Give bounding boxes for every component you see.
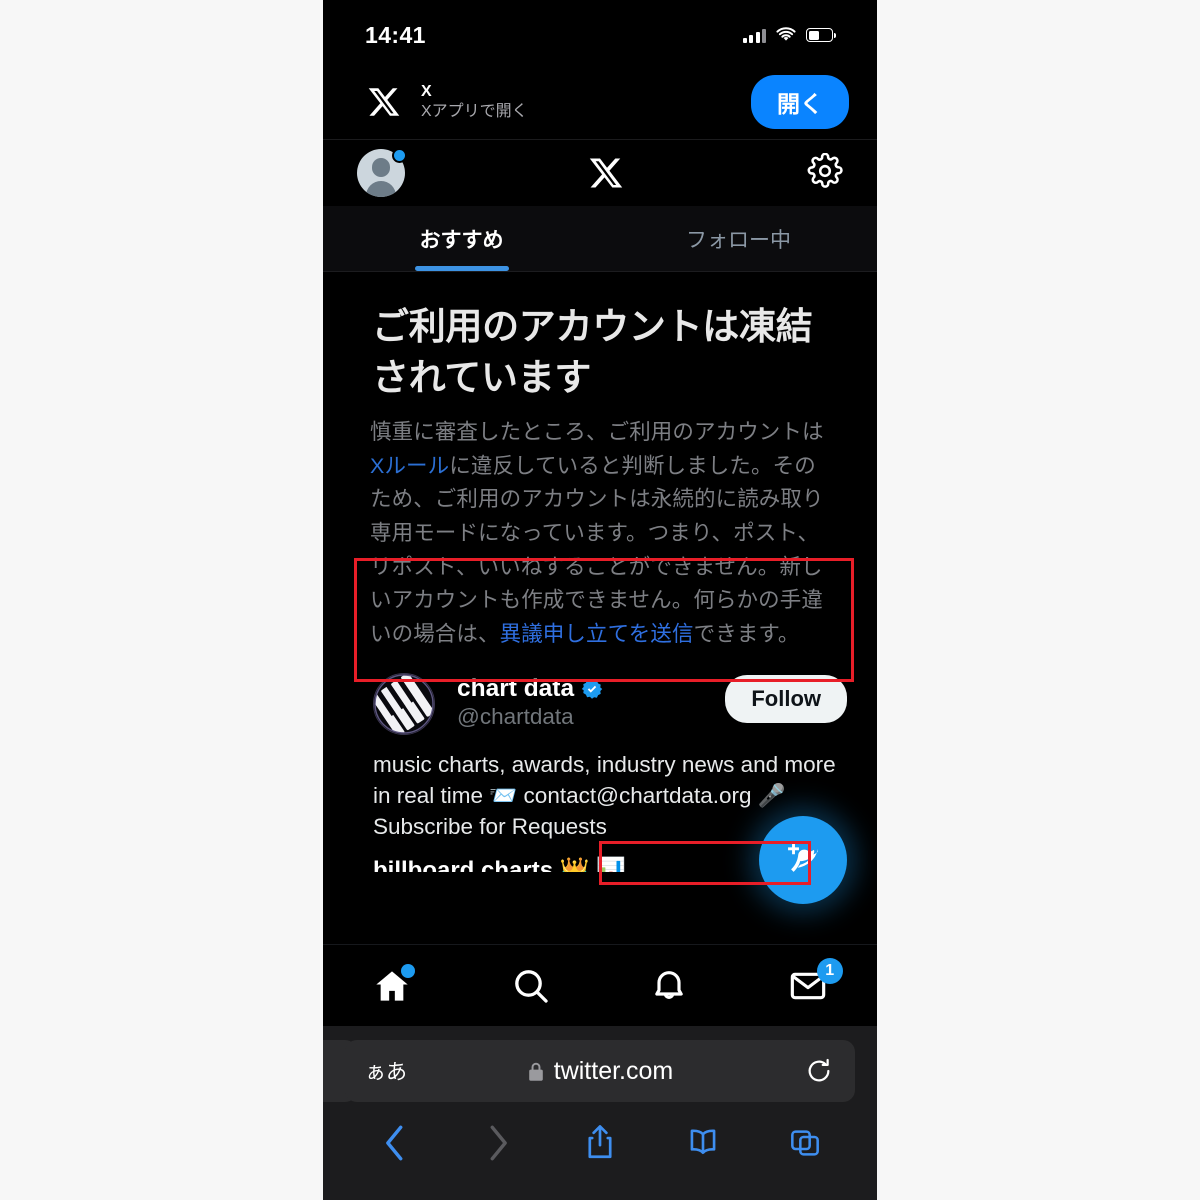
phone-screen: 14:41 X Xアプリで開く 開く おすすめ フォロー中 ご利用のアカウントは…: [323, 0, 877, 1200]
profile-avatar[interactable]: [357, 148, 407, 197]
url-text: twitter.com: [553, 1056, 674, 1085]
compose-post-icon: [788, 843, 818, 872]
display-name: chart data: [457, 675, 575, 703]
suspension-body: 慎重に審査したところ、ご利用のアカウントは Xルールに違反していると判断しました。…: [323, 403, 877, 651]
compose-post-button[interactable]: [759, 816, 847, 904]
back-icon[interactable]: [367, 1120, 423, 1166]
suggested-account-row: chart data @chartdata Follow: [323, 673, 877, 736]
tab-for-you[interactable]: おすすめ: [323, 206, 600, 271]
app-banner-meta: X Xアプリで開く: [421, 82, 733, 122]
suspension-headline: ご利用のアカウントは凍結されています: [372, 306, 813, 398]
status-time: 14:41: [365, 21, 426, 48]
screenshot-page: 14:41 X Xアプリで開く 開く おすすめ フォロー中 ご利用のアカウントは…: [0, 0, 1200, 1200]
body-text-1: 慎重に審査したところ、ご利用のアカウントは: [370, 420, 824, 445]
nav-search[interactable]: [496, 956, 566, 1016]
nav-notifications[interactable]: [634, 956, 704, 1016]
tab-following-label: フォロー中: [686, 228, 791, 252]
status-icons: [742, 21, 836, 43]
tab-active-underline: [414, 266, 509, 271]
x-app-header: [323, 140, 877, 206]
avatar-badge-dot: [392, 148, 407, 163]
display-name-row: chart data: [457, 675, 703, 703]
submit-appeal-link[interactable]: 異議申し立てを送信: [500, 622, 694, 646]
tab-following[interactable]: フォロー中: [600, 206, 877, 271]
url-bar[interactable]: ぁあ twitter.com: [345, 1040, 855, 1102]
browser-toolbar: [323, 1102, 877, 1166]
app-bottom-nav: 1: [323, 944, 877, 1026]
forward-icon: [470, 1120, 526, 1166]
tab-for-you-label: おすすめ: [419, 228, 504, 252]
open-app-button[interactable]: 開く: [751, 74, 849, 129]
smart-app-banner[interactable]: X Xアプリで開く 開く: [323, 64, 877, 140]
reload-icon[interactable]: [803, 1057, 835, 1085]
follow-button[interactable]: Follow: [725, 675, 847, 724]
home-badge-dot: [401, 963, 416, 978]
chartdata-avatar[interactable]: [373, 673, 435, 736]
x-app-icon: [365, 83, 403, 121]
x-logo: [588, 155, 624, 191]
search-icon: [514, 969, 548, 1003]
nav-messages[interactable]: 1: [773, 956, 843, 1016]
x-rules-link[interactable]: Xルール: [370, 454, 449, 478]
wifi-icon: [776, 27, 796, 41]
lock-icon: [528, 1062, 543, 1081]
body-text-3: できます。: [693, 621, 800, 646]
battery-icon: [806, 28, 836, 42]
messages-badge: 1: [816, 957, 843, 984]
tabs-icon[interactable]: [777, 1120, 833, 1166]
browser-bars: ぁあ twitter.com: [323, 1026, 877, 1200]
bookmarks-icon[interactable]: [675, 1120, 731, 1166]
bell-icon: [655, 970, 683, 999]
cellular-signal-icon: [742, 28, 766, 43]
suggested-account-names: chart data @chartdata: [457, 673, 703, 730]
verified-badge-icon: [581, 679, 603, 699]
app-banner-subtitle: Xアプリで開く: [421, 102, 528, 120]
app-banner-title: X: [421, 82, 432, 100]
body-text-2: に違反していると判断しました。そのため、ご利用のアカウントは永続的に読み取り専用…: [370, 453, 824, 646]
url-row: ぁあ twitter.com: [323, 1040, 877, 1102]
share-icon[interactable]: [572, 1120, 628, 1166]
feed-content: ご利用のアカウントは凍結されています 慎重に審査したところ、ご利用のアカウントは…: [323, 272, 877, 944]
url-display: twitter.com: [397, 1057, 803, 1086]
feed-tabs: おすすめ フォロー中: [323, 206, 877, 272]
gear-icon[interactable]: [807, 152, 843, 194]
status-bar: 14:41: [323, 0, 877, 64]
nav-home[interactable]: [357, 956, 427, 1016]
account-handle: @chartdata: [457, 704, 574, 730]
